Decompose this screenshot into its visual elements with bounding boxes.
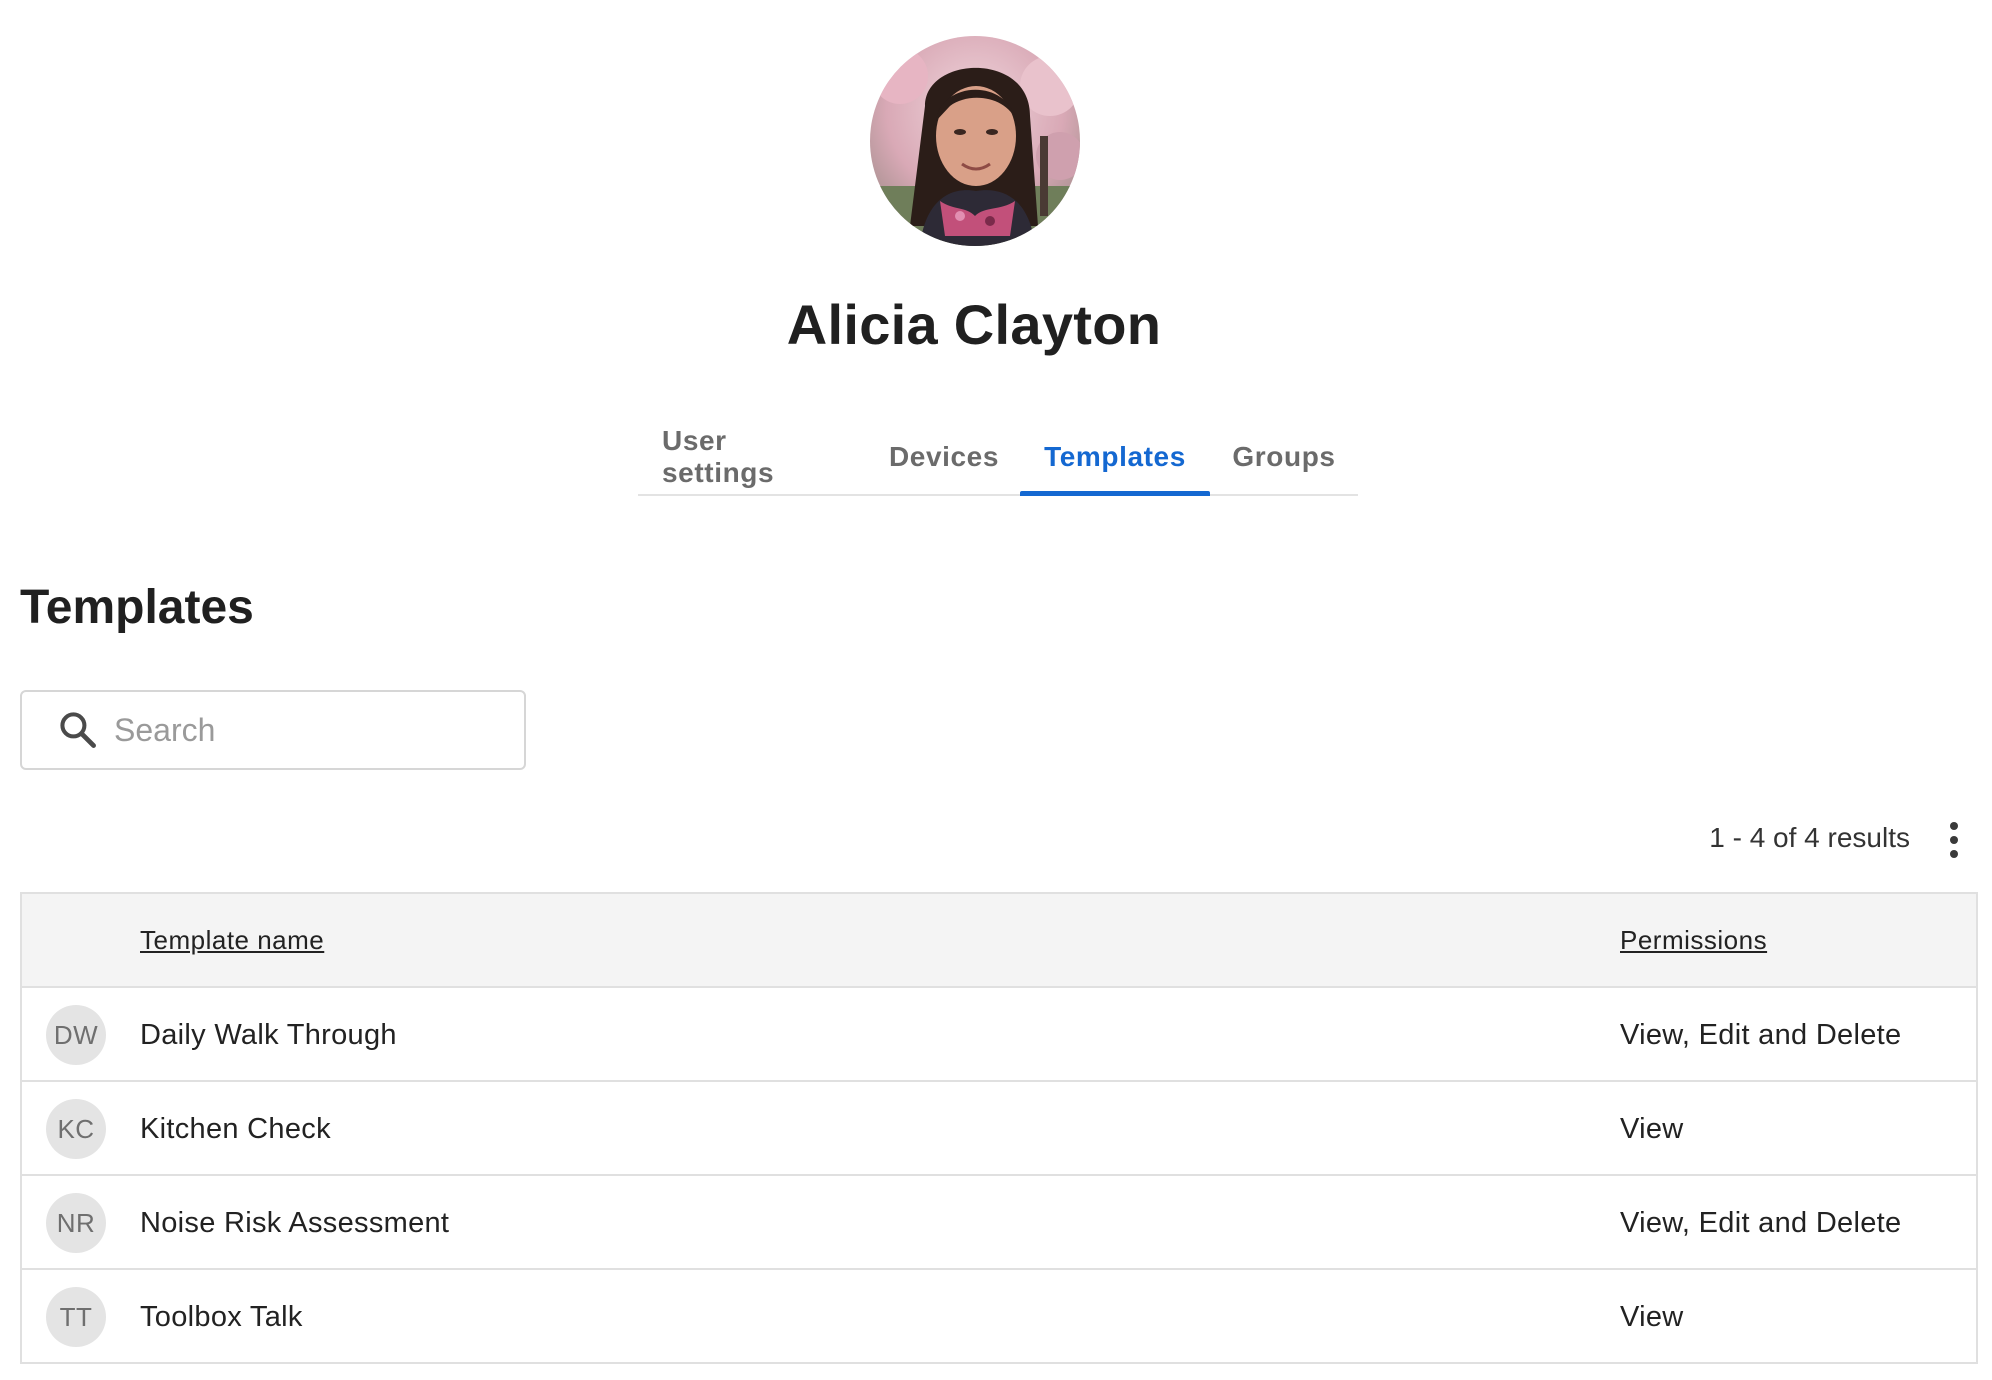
table-row[interactable]: DW Daily Walk Through View, Edit and Del…	[22, 988, 1976, 1082]
table-header: Template name Permissions	[22, 894, 1976, 988]
template-permissions: View, Edit and Delete	[1620, 1018, 1902, 1051]
search-box[interactable]	[20, 690, 526, 770]
table-row[interactable]: TT Toolbox Talk View	[22, 1270, 1976, 1364]
table-row[interactable]: KC Kitchen Check View	[22, 1082, 1976, 1176]
tab-templates[interactable]: Templates	[1020, 420, 1210, 496]
column-header-template-name[interactable]: Template name	[140, 925, 324, 956]
template-permissions: View, Edit and Delete	[1620, 1206, 1902, 1239]
section-title: Templates	[20, 581, 254, 634]
template-initials-avatar: DW	[46, 1005, 106, 1065]
template-permissions: View	[1620, 1300, 1684, 1333]
profile-tabs: User settings Devices Templates Groups	[638, 420, 1358, 496]
template-name: Daily Walk Through	[140, 1018, 397, 1051]
results-count: 1 - 4 of 4 results	[1709, 822, 1910, 853]
column-header-permissions[interactable]: Permissions	[1620, 925, 1767, 956]
user-name: Alicia Clayton	[786, 293, 1162, 356]
template-name: Kitchen Check	[140, 1112, 331, 1145]
more-vertical-icon[interactable]	[1940, 818, 1968, 862]
template-initials-avatar: NR	[46, 1193, 106, 1253]
template-permissions: View	[1620, 1112, 1684, 1145]
tab-devices[interactable]: Devices	[868, 420, 1020, 494]
template-initials-avatar: TT	[46, 1287, 106, 1347]
user-profile-page: Alicia Clayton User settings Devices Tem…	[0, 0, 1992, 1380]
template-initials-avatar: KC	[46, 1099, 106, 1159]
templates-table: Template name Permissions DW Daily Walk …	[20, 892, 1978, 1364]
tab-user-settings[interactable]: User settings	[638, 420, 868, 494]
template-name: Noise Risk Assessment	[140, 1206, 450, 1239]
tab-groups[interactable]: Groups	[1210, 420, 1358, 494]
search-icon	[56, 708, 100, 752]
profile-photo	[870, 36, 1080, 246]
template-name: Toolbox Talk	[140, 1300, 303, 1333]
profile-photo-image	[870, 36, 1080, 246]
search-input[interactable]	[114, 700, 494, 760]
table-row[interactable]: NR Noise Risk Assessment View, Edit and …	[22, 1176, 1976, 1270]
